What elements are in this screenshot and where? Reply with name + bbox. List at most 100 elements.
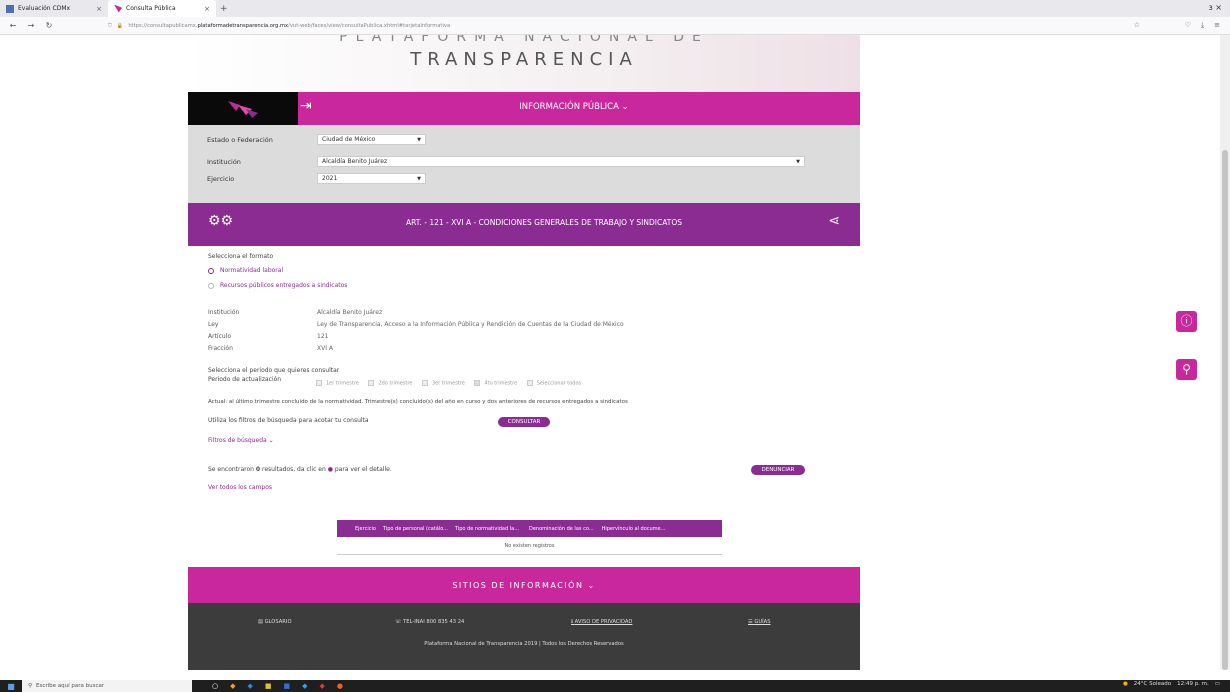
article-bar: ⚙⚙ ART. - 121 - XVI A - CONDICIONES GENE… <box>188 203 860 246</box>
pocket-icon[interactable]: ♡ <box>1185 21 1191 30</box>
copyright-text: Plataforma Nacional de Transparencia 201… <box>424 641 624 647</box>
weather-text[interactable]: 24°C Soleado <box>1134 681 1171 687</box>
tab-title: Consulta Pública <box>126 5 176 12</box>
share-icon[interactable]: ⋖ <box>828 213 840 229</box>
update-note: Actual: al último trimestre concluido de… <box>208 399 628 405</box>
new-tab-button[interactable]: + <box>220 4 228 14</box>
checkbox-3er[interactable] <box>421 380 428 386</box>
filters-hint: Utiliza los filtros de búsqueda para aco… <box>208 417 369 424</box>
window-controls[interactable]: ɜ × <box>1209 3 1223 12</box>
taskbar-search[interactable]: ⚲ Escribe aquí para buscar <box>22 680 192 692</box>
period-checkboxes: 1er trimestre 2do trimestre 3er trimestr… <box>308 380 581 387</box>
institucion-select[interactable]: Alcaldía Benito Juárez ▼ <box>317 156 805 167</box>
windows-start-icon[interactable]: ■ <box>0 682 22 691</box>
close-tab-icon[interactable]: × <box>96 5 102 13</box>
page-scrollbar[interactable] <box>1220 35 1230 670</box>
favicon-icon <box>6 4 14 13</box>
format-option-recursos[interactable]: Recursos públicos entregados a sindicato… <box>208 282 347 289</box>
see-all-fields-link[interactable]: Ver todos los campos <box>208 484 272 491</box>
url-bar[interactable]: ⛉ 🔒 https://consultapublicamx.plataforma… <box>108 19 1148 33</box>
close-tab-icon[interactable]: × <box>204 5 210 13</box>
app-icon[interactable]: ■ <box>284 682 291 690</box>
detail-key: Ley <box>208 321 219 328</box>
period-option-label: Seleccionar todos <box>536 380 582 387</box>
favicon-icon <box>114 4 122 13</box>
search-magnifier-icon[interactable]: ⚲ <box>1176 359 1197 380</box>
app-icon[interactable]: ◆ <box>302 682 307 690</box>
aviso-privacidad-link[interactable]: ℹ AVISO DE PRIVACIDAD <box>571 619 632 625</box>
column-header[interactable]: Ejercicio <box>355 526 376 532</box>
clock-text[interactable]: 12:49 p. m. <box>1177 681 1209 687</box>
tab-evaluacion[interactable]: Evaluación CDMx × <box>0 0 108 17</box>
detail-value: Ley de Transparencia, Acceso a la Inform… <box>317 321 624 328</box>
tab-title: Evaluación CDMx <box>18 5 71 12</box>
denunciar-button[interactable]: DENUNCIAR <box>751 465 805 475</box>
checkbox-todos[interactable] <box>526 380 533 386</box>
ejercicio-select[interactable]: 2021 ▼ <box>317 173 426 184</box>
format-option-normatividad[interactable]: Normatividad laboral <box>208 267 283 274</box>
sun-icon: ● <box>1122 681 1128 687</box>
aviso-label: AVISO DE PRIVACIDAD <box>574 619 633 625</box>
radio-selected-icon[interactable] <box>208 267 214 274</box>
menu-icon[interactable]: ≡ <box>1214 21 1220 30</box>
sitios-info-bar[interactable]: SITIOS DE INFORMACIÓN ⌄ <box>188 567 860 603</box>
column-header[interactable]: Denominación de las co... <box>529 526 594 532</box>
radio-unselected-icon[interactable] <box>208 282 214 289</box>
footer: ▤ GLOSARIO ☏ TEL-INAI 800 835 43 24 ℹ AV… <box>188 603 860 670</box>
hero-subtitle: PLATAFORMA NACIONAL DE <box>339 35 709 45</box>
period-label: Periodo de actualización <box>208 376 282 383</box>
task-view-icon[interactable]: ○ <box>212 682 218 690</box>
taskbar-search-placeholder: Escribe aquí para buscar <box>36 683 105 689</box>
filter-institucion: Institución Alcaldía Benito Juárez ▼ <box>207 156 805 167</box>
search-filters-link[interactable]: Filtros de búsqueda ⌄ <box>208 437 274 444</box>
bookmark-star-icon[interactable]: ☆ <box>1134 21 1140 29</box>
app-icon[interactable]: ◆ <box>230 682 235 690</box>
notification-icon[interactable]: ▭ <box>1215 681 1220 687</box>
detail-value: XVI A <box>317 345 333 352</box>
ejercicio-value: 2021 <box>322 175 338 182</box>
chevron-down-icon: ▼ <box>417 175 421 182</box>
telinai-label: TEL-INAI 800 835 43 24 <box>403 619 465 625</box>
reload-icon[interactable]: ↻ <box>44 21 54 30</box>
checkbox-4to[interactable] <box>474 380 481 386</box>
alert-icon[interactable]: ⓘ <box>1176 311 1197 332</box>
tab-consulta-publica[interactable]: Consulta Pública × <box>108 0 216 17</box>
hero-banner: PLATAFORMA NACIONAL DE TRANSPARENCIA <box>188 35 860 92</box>
browser-navbar: ← → ↻ ⛉ 🔒 https://consultapublicamx.plat… <box>0 17 1230 35</box>
institucion-label: Institución <box>207 157 241 166</box>
detail-value: 121 <box>317 333 329 340</box>
period-option-label: 1er trimestre <box>326 380 359 387</box>
telinai-link[interactable]: ☏ TEL-INAI 800 835 43 24 <box>395 619 464 625</box>
app-icon[interactable]: ◆ <box>248 682 253 690</box>
url-text: https://consultapublicamx.plataformadetr… <box>128 23 451 29</box>
checkbox-1er[interactable] <box>316 380 322 386</box>
scrollbar-thumb[interactable] <box>1222 150 1228 670</box>
detail-key: Artículo <box>208 333 232 340</box>
column-header[interactable]: Hipervínculo al docume... <box>602 526 666 532</box>
estado-select[interactable]: Ciudad de México ▼ <box>317 134 426 145</box>
period-option-label: 4to trimestre <box>484 380 518 387</box>
article-title: ART. - 121 - XVI A - CONDICIONES GENERAL… <box>405 218 683 227</box>
download-icon[interactable]: ⤓ <box>1201 21 1204 30</box>
back-icon[interactable]: ← <box>8 21 18 30</box>
estado-value: Ciudad de México <box>322 136 376 143</box>
detail-key: Institución <box>208 309 240 316</box>
format-option-label: Recursos públicos entregados a sindicato… <box>220 282 348 289</box>
checkbox-2do[interactable] <box>368 380 375 386</box>
guias-link[interactable]: ☰ GUÍAS <box>748 619 771 625</box>
results-table: Ejercicio Tipo de personal (catálo... Ti… <box>337 520 722 555</box>
search-icon: ⚲ <box>28 683 33 689</box>
app-icon[interactable]: ■ <box>265 682 272 690</box>
column-header[interactable]: Tipo de normatividad la... <box>455 526 519 532</box>
column-header[interactable]: Tipo de personal (catálo... <box>383 526 448 532</box>
firefox-icon[interactable]: ● <box>337 682 343 690</box>
info-publica-menu[interactable]: INFORMACIÓN PÚBLICA ⌄ <box>188 102 860 112</box>
consultar-button[interactable]: CONSULTAR <box>498 417 550 427</box>
glosario-link[interactable]: ▤ GLOSARIO <box>258 619 292 625</box>
forward-icon[interactable]: → <box>26 21 36 30</box>
institucion-value: Alcaldía Benito Juárez <box>322 158 388 165</box>
page-container: PLATAFORMA NACIONAL DE TRANSPARENCIA ⇥ I… <box>188 35 860 670</box>
app-icon[interactable]: ◆ <box>320 682 325 690</box>
results-post: resultados, da clic en <box>260 466 328 473</box>
filter-ejercicio: Ejercicio 2021 ▼ <box>207 173 426 184</box>
